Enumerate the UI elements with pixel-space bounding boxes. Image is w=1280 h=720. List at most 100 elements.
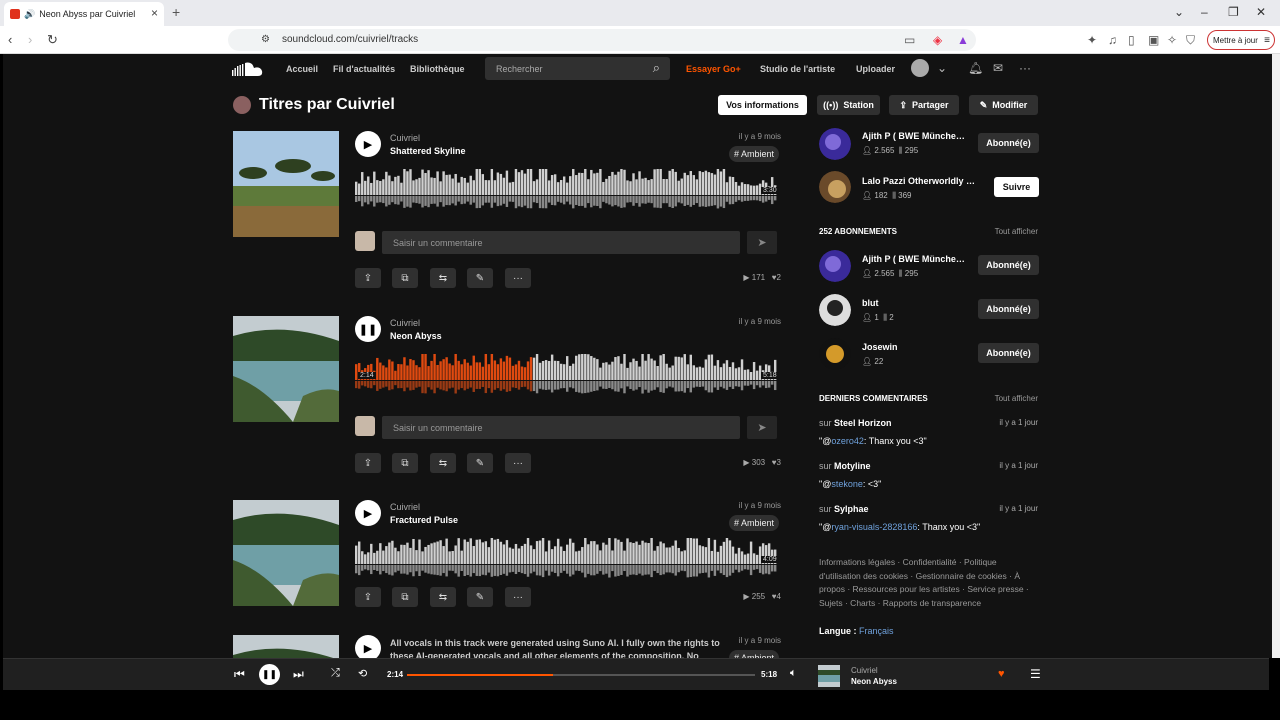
edit-button[interactable]: ✎ Modifier <box>969 95 1038 115</box>
queue-icon[interactable]: ☰ <box>1030 667 1041 681</box>
user-avatar[interactable] <box>819 294 851 326</box>
suggested-user-name[interactable]: Lalo Pazzi Otherworldly … <box>862 176 975 186</box>
following-button[interactable]: Abonné(e) <box>978 133 1039 153</box>
genre-tag[interactable]: # Ambient <box>728 650 779 658</box>
copy-link-icon[interactable]: ⧉ <box>392 453 418 473</box>
comment-input[interactable]: Saisir un commentaire <box>382 416 740 439</box>
user-avatar[interactable] <box>819 171 851 203</box>
update-button[interactable]: Mettre à jour ≡ <box>1207 30 1275 50</box>
site-info-icon[interactable]: ⚙ <box>261 34 270 45</box>
reload-icon[interactable]: ↻ <box>47 32 58 48</box>
share-track-icon[interactable]: ⇪ <box>355 587 381 607</box>
copy-link-icon[interactable]: ⧉ <box>392 587 418 607</box>
track-title[interactable]: Shattered Skyline <box>390 146 466 156</box>
search-icon[interactable]: ⌕ <box>653 60 660 76</box>
genre-tag[interactable]: # Ambient <box>728 515 779 531</box>
leo-ai-icon[interactable]: ✧ <box>1167 33 1177 47</box>
progress-bar[interactable] <box>407 674 755 676</box>
play-button[interactable]: ▶ <box>355 131 381 157</box>
volume-icon[interactable]: 🔈︎ <box>790 667 797 680</box>
comment-track-name[interactable]: Steel Horizon <box>834 418 892 428</box>
soundcloud-logo-icon[interactable] <box>232 62 264 76</box>
track-title[interactable]: Fractured Pulse <box>390 515 458 525</box>
nav-home[interactable]: Accueil <box>286 64 318 74</box>
edit-track-icon[interactable]: ✎ <box>467 453 493 473</box>
nav-library[interactable]: Bibliothèque <box>410 64 465 74</box>
wallet-icon[interactable]: ▣ <box>1148 33 1159 47</box>
see-all-comments-link[interactable]: Tout afficher <box>995 394 1038 403</box>
artist-studio-link[interactable]: Studio de l'artiste <box>760 64 835 74</box>
user-avatar[interactable] <box>819 338 851 370</box>
comment-track-name[interactable]: Sylphae <box>834 504 869 514</box>
share-track-icon[interactable]: ⇪ <box>355 268 381 288</box>
speaker-icon[interactable]: 🔊 <box>24 9 35 20</box>
waveform[interactable] <box>355 169 777 209</box>
player-pause-button[interactable]: ❚❚ <box>259 664 280 685</box>
brave-rewards-icon[interactable]: ▲ <box>957 33 969 47</box>
comment-mention[interactable]: ozero42 <box>831 436 864 446</box>
brave-shield-icon[interactable]: ◈ <box>933 33 942 47</box>
more-icon[interactable]: ··· <box>505 587 531 607</box>
user-avatar[interactable] <box>911 59 929 77</box>
scrollbar[interactable] <box>1272 54 1280 658</box>
footer-links[interactable]: Informations légales · Confidentialité ·… <box>819 556 1039 610</box>
close-tab-icon[interactable]: × <box>151 6 158 20</box>
repost-icon[interactable]: ⇆ <box>430 453 456 473</box>
maximize-icon[interactable]: ❐ <box>1228 5 1239 19</box>
back-icon[interactable]: ‹ <box>8 32 12 47</box>
send-comment-icon[interactable]: ➤ <box>747 231 777 254</box>
comment-track-name[interactable]: Motyline <box>834 461 871 471</box>
next-icon[interactable]: ⏭ <box>293 667 304 682</box>
more-options-icon[interactable]: ··· <box>1019 61 1031 75</box>
new-tab-icon[interactable]: + <box>172 4 180 20</box>
close-window-icon[interactable]: ✕ <box>1256 5 1266 19</box>
repost-icon[interactable]: ⇆ <box>430 268 456 288</box>
track-artwork[interactable] <box>233 635 339 658</box>
genre-tag[interactable]: # Ambient <box>728 146 779 162</box>
go-plus-link[interactable]: Essayer Go+ <box>686 64 741 74</box>
browser-tab[interactable]: 🔊 Neon Abyss par Cuivriel × <box>4 2 164 26</box>
share-button[interactable]: ⇪ Partager <box>889 95 959 115</box>
music-icon[interactable]: ♫ <box>1108 33 1117 47</box>
waveform[interactable] <box>355 354 777 394</box>
messages-icon[interactable]: ✉ <box>993 61 1003 75</box>
edit-track-icon[interactable]: ✎ <box>467 268 493 288</box>
sidebar-icon[interactable]: ▯ <box>1128 33 1135 47</box>
tab-search-icon[interactable]: ⌄ <box>1174 5 1184 19</box>
track-title[interactable]: Neon Abyss <box>390 331 442 341</box>
play-button[interactable]: ▶ <box>355 635 381 658</box>
edit-track-icon[interactable]: ✎ <box>467 587 493 607</box>
vpn-icon[interactable]: ⛉ <box>1186 33 1195 48</box>
repeat-icon[interactable]: ⟲ <box>358 667 367 680</box>
track-artwork[interactable] <box>233 131 339 237</box>
send-comment-icon[interactable]: ➤ <box>747 416 777 439</box>
see-all-following-link[interactable]: Tout afficher <box>995 227 1038 236</box>
your-insights-button[interactable]: Vos informations <box>718 95 807 115</box>
repost-icon[interactable]: ⇆ <box>430 587 456 607</box>
comment-mention[interactable]: ryan-visuals-2828166 <box>831 522 917 532</box>
upload-link[interactable]: Uploader <box>856 64 895 74</box>
user-avatar[interactable] <box>819 128 851 160</box>
copy-link-icon[interactable]: ⧉ <box>392 268 418 288</box>
nav-feed[interactable]: Fil d'actualités <box>333 64 395 74</box>
following-user-name[interactable]: blut <box>862 298 879 308</box>
minimize-icon[interactable]: – <box>1201 5 1208 19</box>
cast-icon[interactable]: ▭ <box>904 33 915 47</box>
pause-button[interactable]: ❚❚ <box>355 316 381 342</box>
now-playing-artist[interactable]: Cuivriel <box>851 666 878 675</box>
comment-mention[interactable]: stekone <box>831 479 863 489</box>
follow-button[interactable]: Suivre <box>994 177 1039 197</box>
now-playing-title[interactable]: Neon Abyss <box>851 677 897 686</box>
language-value[interactable]: Français <box>859 626 894 636</box>
share-track-icon[interactable]: ⇪ <box>355 453 381 473</box>
play-button[interactable]: ▶ <box>355 500 381 526</box>
chevron-down-icon[interactable]: ⌄ <box>937 61 947 75</box>
suggested-user-name[interactable]: Ajith P ( BWE Münche… <box>862 131 965 141</box>
notifications-bell-icon[interactable]: 🔔︎ <box>968 61 983 75</box>
following-user-name[interactable]: Ajith P ( BWE Münche… <box>862 254 965 264</box>
like-heart-icon[interactable]: ♥ <box>998 668 1005 680</box>
forward-icon[interactable]: › <box>28 32 32 47</box>
more-icon[interactable]: ··· <box>505 453 531 473</box>
following-button[interactable]: Abonné(e) <box>978 255 1039 275</box>
waveform[interactable] <box>355 538 777 578</box>
